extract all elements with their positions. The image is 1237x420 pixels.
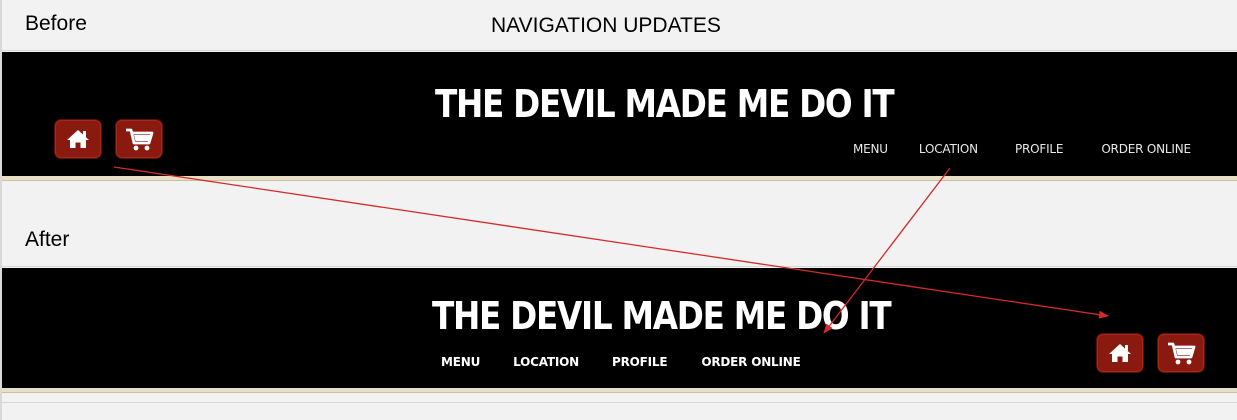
cart-icon	[1168, 342, 1196, 365]
brand-logo-text[interactable]: THE DEVIL MADE ME DO IT	[435, 82, 895, 126]
nav-order-online[interactable]: ORDER ONLINE	[701, 355, 800, 369]
page-title: NAVIGATION UPDATES	[491, 14, 721, 37]
nav-menu[interactable]: MENU	[441, 355, 480, 369]
after-banner-trim	[2, 388, 1237, 393]
after-header-banner: THE DEVIL MADE ME DO IT MENU LOCATION PR…	[2, 268, 1237, 388]
before-label: Before	[25, 12, 87, 35]
cart-button[interactable]	[1157, 333, 1205, 373]
nav-location[interactable]: LOCATION	[919, 142, 978, 156]
nav-location[interactable]: LOCATION	[513, 355, 579, 369]
brand-logo-text[interactable]: THE DEVIL MADE ME DO IT	[432, 294, 892, 338]
nav-menu[interactable]: MENU	[853, 142, 888, 156]
cart-icon	[126, 128, 154, 151]
home-button[interactable]	[1096, 333, 1144, 373]
before-banner-trim	[2, 176, 1237, 181]
home-button[interactable]	[54, 119, 102, 159]
after-label: After	[25, 228, 70, 251]
cart-button[interactable]	[115, 119, 163, 159]
nav-order-online[interactable]: ORDER ONLINE	[1101, 142, 1191, 156]
divider-bottom	[0, 402, 1237, 403]
divider-top	[0, 50, 1237, 51]
nav-profile[interactable]: PROFILE	[612, 355, 668, 369]
nav-profile[interactable]: PROFILE	[1015, 142, 1064, 156]
home-icon	[67, 130, 89, 148]
before-nav-bar: MENU LOCATION PROFILE ORDER ONLINE	[853, 142, 1191, 156]
home-icon	[1109, 344, 1131, 362]
after-nav-bar: MENU LOCATION PROFILE ORDER ONLINE	[441, 355, 801, 369]
before-header-banner: THE DEVIL MADE ME DO IT MENU LOCATION PR…	[2, 52, 1237, 176]
divider-middle	[0, 266, 1237, 267]
